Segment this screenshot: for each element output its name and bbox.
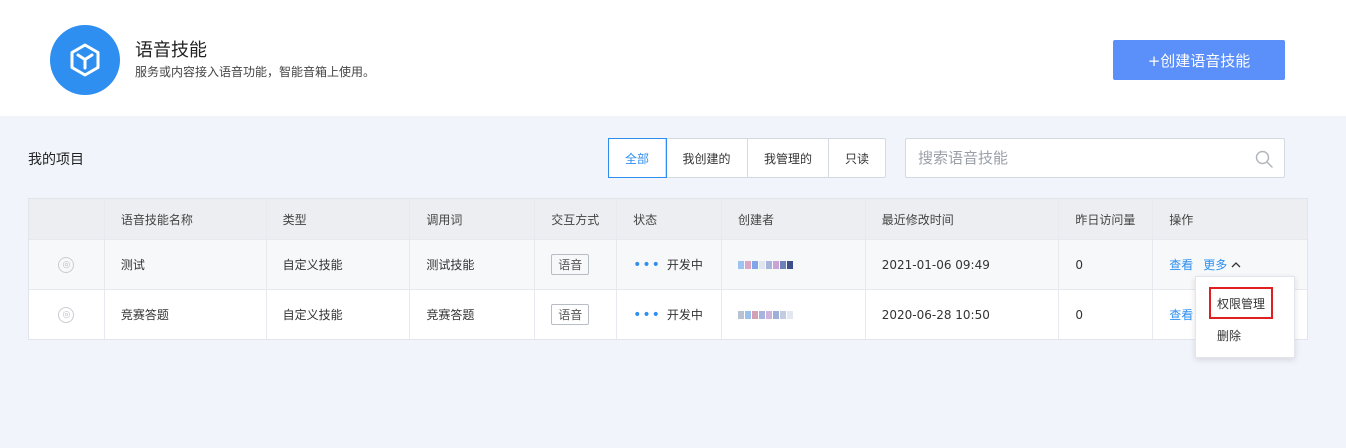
status-text: 开发中 [666, 308, 703, 322]
table-row: ◎ 竞赛答题 自定义技能 竞赛答题 语音 ••• 开发中 2020-06-28 1… [29, 289, 1307, 339]
skill-modified: 2020-06-28 10:50 [864, 290, 1059, 339]
creator-avatar-blurred [737, 310, 793, 319]
create-skill-button[interactable]: +创建语音技能 [1113, 40, 1285, 80]
skill-name: 竞赛答题 [103, 290, 266, 339]
search-icon[interactable] [1254, 149, 1274, 169]
column-header-visits: 昨日访问量 [1058, 199, 1152, 239]
skill-visits: 0 [1058, 290, 1152, 339]
cube-icon [50, 25, 120, 95]
filter-read-only[interactable]: 只读 [829, 139, 885, 177]
column-header-status: 状态 [616, 199, 721, 239]
page-description: 服务或内容接入语音功能，智能音箱上使用。 [135, 65, 376, 79]
status-text: 开发中 [666, 258, 703, 272]
column-header-type: 类型 [265, 199, 410, 239]
skill-visits: 0 [1058, 240, 1152, 289]
search-box [905, 138, 1285, 178]
skill-modified: 2021-01-06 09:49 [864, 240, 1059, 289]
chevron-up-icon [1231, 261, 1241, 267]
page-title: 语音技能 [135, 40, 207, 61]
column-header-icon [29, 199, 104, 239]
menu-item-delete[interactable]: 删除 [1196, 325, 1294, 345]
table-row: ◎ 测试 自定义技能 测试技能 语音 ••• 开发中 2021-01-06 09:… [29, 239, 1307, 289]
status-dots-icon: ••• [633, 256, 661, 273]
skill-icon: ◎ [58, 256, 75, 273]
table-header-row: 语音技能名称 类型 调用词 交互方式 状态 创建者 最近修改时间 昨日访问量 操… [29, 199, 1307, 239]
column-header-actions: 操作 [1152, 199, 1307, 239]
section-title: 我的项目 [28, 152, 84, 168]
column-header-name: 语音技能名称 [103, 199, 266, 239]
column-header-creator: 创建者 [720, 199, 865, 239]
interaction-tag: 语音 [551, 254, 590, 275]
more-menu-toggle[interactable]: 更多 [1203, 256, 1241, 273]
skill-invocation: 竞赛答题 [409, 290, 534, 339]
page-header: 语音技能 服务或内容接入语音功能，智能音箱上使用。 +创建语音技能 [0, 0, 1346, 116]
column-header-invocation: 调用词 [409, 199, 534, 239]
more-label: 更多 [1203, 258, 1228, 272]
skill-icon: ◎ [58, 306, 75, 323]
skills-table: 语音技能名称 类型 调用词 交互方式 状态 创建者 最近修改时间 昨日访问量 操… [28, 198, 1308, 340]
interaction-tag: 语音 [551, 304, 590, 325]
filter-created-by-me[interactable]: 我创建的 [666, 139, 748, 177]
creator-avatar-blurred [737, 260, 793, 269]
status-dots-icon: ••• [633, 306, 661, 323]
column-header-modified: 最近修改时间 [864, 199, 1059, 239]
more-dropdown-menu: 权限管理 删除 [1195, 276, 1295, 358]
skill-type: 自定义技能 [265, 290, 410, 339]
skill-type: 自定义技能 [265, 240, 410, 289]
filter-all[interactable]: 全部 [608, 138, 667, 178]
filter-tabs: 全部 我创建的 我管理的 只读 [608, 138, 886, 178]
view-link[interactable]: 查看 [1169, 306, 1193, 323]
search-input[interactable] [906, 139, 1246, 177]
filter-managed-by-me[interactable]: 我管理的 [748, 139, 829, 177]
column-header-interaction: 交互方式 [534, 199, 616, 239]
skill-invocation: 测试技能 [409, 240, 534, 289]
view-link[interactable]: 查看 [1169, 256, 1193, 273]
menu-item-permissions[interactable]: 权限管理 [1196, 289, 1294, 317]
skill-name: 测试 [103, 240, 266, 289]
